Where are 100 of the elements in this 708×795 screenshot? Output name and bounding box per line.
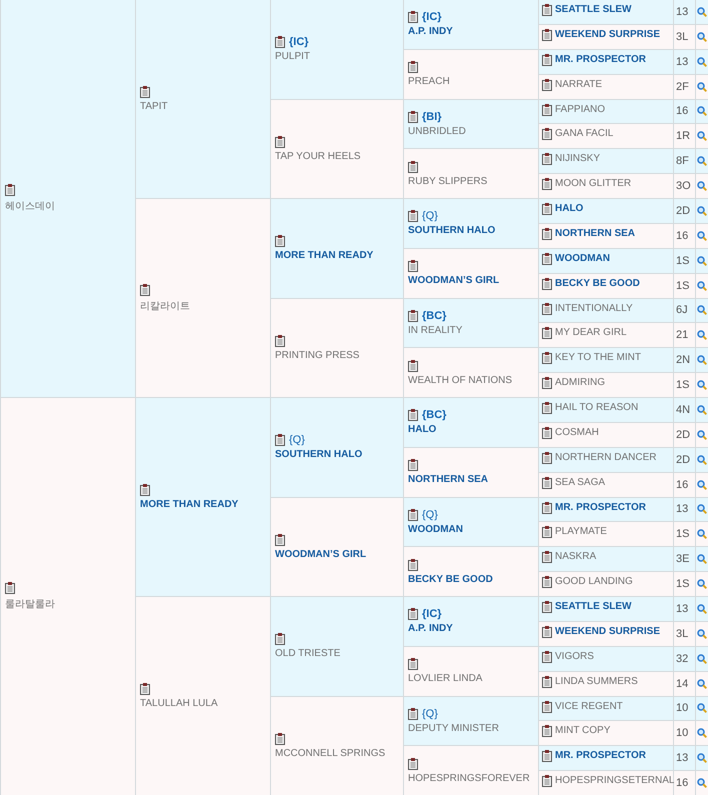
search-icon[interactable]: [697, 330, 707, 340]
clipboard-icon[interactable]: [542, 526, 552, 538]
horse-name-link[interactable]: MORE THAN READY: [275, 250, 374, 262]
horse-name-link[interactable]: HALO: [408, 424, 446, 436]
clipboard-icon[interactable]: [408, 210, 418, 222]
horse-name-link[interactable]: SOUTHERN HALO: [408, 225, 496, 236]
clipboard-icon[interactable]: [542, 402, 552, 414]
search-icon[interactable]: [697, 480, 707, 490]
clipboard-icon[interactable]: [542, 28, 552, 41]
clipboard-icon[interactable]: [542, 700, 552, 712]
horse-name-link[interactable]: HAIL TO REASON: [555, 402, 638, 413]
clipboard-icon[interactable]: [542, 278, 552, 290]
horse-name-link[interactable]: WOODMAN: [555, 252, 610, 264]
horse-name-link[interactable]: FAPPIANO: [555, 104, 606, 114]
search-icon[interactable]: [697, 504, 707, 514]
clipboard-icon[interactable]: [542, 601, 552, 613]
horse-name-link[interactable]: NASKRA: [555, 551, 596, 562]
clipboard-icon[interactable]: [5, 582, 15, 594]
horse-name-link[interactable]: SOUTHERN HALO: [275, 449, 362, 460]
search-icon[interactable]: [697, 604, 707, 614]
horse-name-link[interactable]: MR. PROSPECTOR: [555, 750, 646, 762]
horse-name-link[interactable]: SEA SAGA: [555, 476, 606, 488]
search-icon[interactable]: [697, 305, 707, 316]
clipboard-icon[interactable]: [408, 409, 418, 422]
clipboard-icon[interactable]: [542, 252, 552, 265]
clipboard-icon[interactable]: [140, 484, 150, 496]
search-icon[interactable]: [697, 181, 707, 192]
clipboard-icon[interactable]: [542, 775, 552, 788]
horse-name-link[interactable]: KEY TO THE MINT: [555, 352, 641, 364]
horse-name-link[interactable]: VICE REGENT: [555, 700, 623, 712]
search-icon[interactable]: [697, 529, 707, 540]
search-icon[interactable]: [697, 778, 707, 788]
horse-name-link[interactable]: WEEKEND SURPRISE: [555, 626, 660, 637]
clipboard-icon[interactable]: [542, 352, 552, 364]
clipboard-icon[interactable]: [542, 576, 552, 588]
horse-name-link[interactable]: 리칼라이트: [140, 298, 190, 312]
horse-name-link[interactable]: MY DEAR GIRL: [555, 327, 626, 338]
horse-name-link[interactable]: VIGORS: [555, 650, 594, 662]
search-icon[interactable]: [697, 131, 707, 142]
clipboard-icon[interactable]: [542, 502, 552, 514]
horse-name-link[interactable]: TAPIT: [140, 101, 168, 112]
horse-name-link[interactable]: TALULLAH LULA: [140, 698, 218, 709]
clipboard-icon[interactable]: [542, 153, 552, 166]
clipboard-icon[interactable]: [542, 4, 552, 16]
search-icon[interactable]: [697, 206, 707, 216]
clipboard-icon[interactable]: [542, 650, 552, 663]
clipboard-icon[interactable]: [408, 310, 418, 322]
clipboard-icon[interactable]: [275, 633, 285, 646]
search-icon[interactable]: [697, 628, 707, 639]
search-icon[interactable]: [697, 454, 707, 465]
horse-name-link[interactable]: BECKY BE GOOD: [408, 574, 493, 585]
clipboard-icon[interactable]: [140, 683, 150, 695]
search-icon[interactable]: [697, 355, 707, 366]
clipboard-icon[interactable]: [542, 327, 552, 340]
clipboard-icon[interactable]: [542, 203, 552, 215]
clipboard-icon[interactable]: [542, 54, 552, 66]
horse-name-link[interactable]: SEATTLE SLEW: [555, 4, 632, 15]
horse-name-link[interactable]: PRINTING PRESS: [275, 350, 360, 361]
search-icon[interactable]: [697, 156, 707, 166]
clipboard-icon[interactable]: [542, 750, 552, 762]
horse-name-link[interactable]: TAP YOUR HEELS: [275, 150, 361, 162]
horse-name-link[interactable]: NORTHERN DANCER: [555, 452, 656, 463]
clipboard-icon[interactable]: [408, 11, 418, 24]
clipboard-icon[interactable]: [408, 658, 418, 670]
clipboard-icon[interactable]: [408, 758, 418, 770]
horse-name-link[interactable]: INTENTIONALLY: [555, 302, 633, 314]
clipboard-icon[interactable]: [408, 110, 418, 123]
clipboard-icon[interactable]: [275, 534, 285, 546]
clipboard-icon[interactable]: [408, 508, 418, 521]
search-icon[interactable]: [697, 654, 707, 664]
search-icon[interactable]: [697, 380, 707, 390]
clipboard-icon[interactable]: [542, 377, 552, 390]
horse-name-link[interactable]: SEATTLE SLEW: [555, 601, 632, 612]
search-icon[interactable]: [697, 82, 707, 92]
clipboard-icon[interactable]: [542, 725, 552, 738]
horse-name-link[interactable]: DEPUTY MINISTER: [408, 722, 499, 734]
search-icon[interactable]: [697, 728, 707, 738]
clipboard-icon[interactable]: [275, 235, 285, 248]
horse-name-link[interactable]: MOON GLITTER: [555, 178, 632, 190]
horse-name-link[interactable]: HOPESPRINGSETERNAL: [555, 775, 674, 786]
search-icon[interactable]: [697, 6, 707, 17]
horse-name-link[interactable]: PLAYMATE: [555, 526, 607, 538]
horse-name-link[interactable]: WEALTH OF NATIONS: [408, 374, 512, 386]
horse-name-link[interactable]: 룰라탈룰라: [5, 597, 55, 611]
clipboard-icon[interactable]: [275, 434, 285, 446]
horse-name-link[interactable]: WEEKEND SURPRISE: [555, 28, 660, 40]
search-icon[interactable]: [697, 753, 707, 764]
clipboard-icon[interactable]: [542, 178, 552, 190]
search-icon[interactable]: [697, 703, 707, 714]
horse-name-link[interactable]: RUBY SLIPPERS: [408, 176, 488, 187]
clipboard-icon[interactable]: [140, 284, 150, 296]
search-icon[interactable]: [697, 430, 707, 440]
search-icon[interactable]: [697, 230, 707, 241]
horse-name-link[interactable]: OLD TRIESTE: [275, 648, 340, 660]
horse-name-link[interactable]: GANA FACIL: [555, 128, 614, 140]
clipboard-icon[interactable]: [542, 452, 552, 464]
horse-name-link[interactable]: COSMAH: [555, 426, 599, 438]
search-icon[interactable]: [697, 554, 707, 564]
horse-name-link[interactable]: A.P. INDY: [408, 26, 453, 38]
horse-name-link[interactable]: HOPESPRINGSFOREVER: [408, 772, 530, 784]
